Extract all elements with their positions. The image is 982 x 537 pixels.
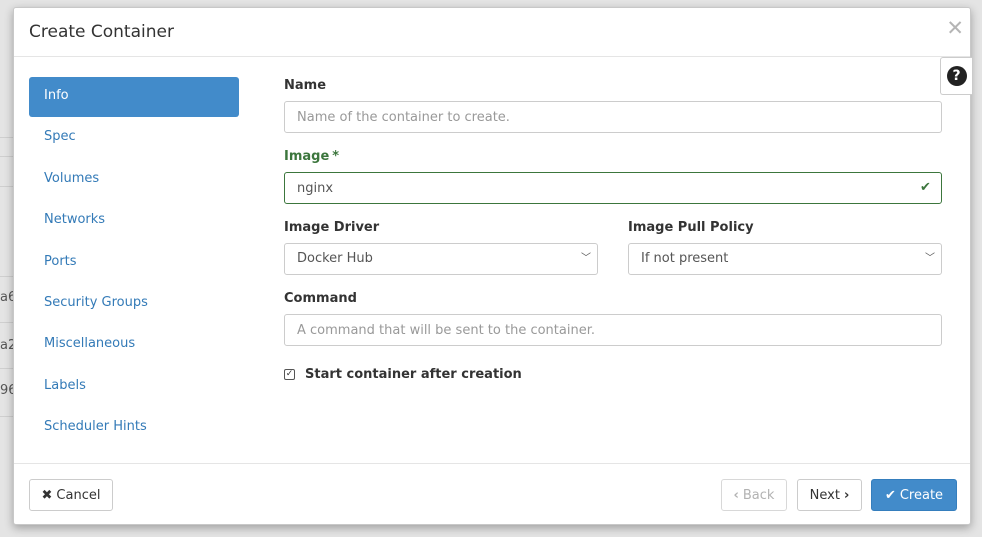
next-button[interactable]: Next › [797, 479, 862, 511]
background-divider [0, 156, 13, 157]
name-input[interactable] [284, 101, 942, 133]
image-input[interactable] [284, 172, 942, 204]
back-label: Back [742, 487, 775, 503]
help-button[interactable]: ? [940, 57, 972, 95]
modal-footer: ✖ Cancel ‹ Back Next › ✔ Create [14, 463, 970, 526]
nav-item-labels[interactable]: Labels [29, 367, 239, 407]
image-label: Image * [284, 149, 339, 164]
background-divider [0, 416, 13, 417]
chevron-down-icon: ﹀ [581, 253, 591, 264]
image-driver-value: Docker Hub [297, 251, 373, 266]
close-icon[interactable]: ✕ [946, 18, 964, 39]
background-cell: 96 [0, 383, 13, 398]
cancel-button[interactable]: ✖ Cancel [29, 479, 113, 511]
chevron-down-icon: ﹀ [925, 253, 935, 264]
check-icon: ✔ [920, 180, 931, 195]
background-divider [0, 186, 13, 187]
nav-item-info[interactable]: Info [29, 77, 239, 117]
nav-item-miscellaneous[interactable]: Miscellaneous [29, 325, 239, 365]
cancel-label: Cancel [56, 487, 101, 503]
nav-item-spec[interactable]: Spec [29, 118, 239, 158]
create-container-modal: Create Container ✕ ? Info Spec Volumes N… [13, 7, 972, 526]
wizard-nav: Info Spec Volumes Networks Ports Securit… [29, 77, 239, 450]
image-pull-policy-select[interactable]: If not present ﹀ [628, 243, 942, 275]
nav-item-ports[interactable]: Ports [29, 243, 239, 283]
check-icon: ✔ [884, 487, 896, 503]
chevron-right-icon: › [843, 487, 850, 503]
question-circle-icon: ? [946, 66, 967, 86]
image-driver-select[interactable]: Docker Hub ﹀ [284, 243, 598, 275]
background-divider [0, 276, 13, 277]
background-cell: a2 [0, 338, 13, 353]
create-button[interactable]: ✔ Create [871, 479, 957, 511]
image-pull-policy-label: Image Pull Policy [628, 220, 754, 235]
image-driver-label: Image Driver [284, 220, 380, 235]
command-input[interactable] [284, 314, 942, 346]
background-divider [0, 137, 13, 138]
back-button[interactable]: ‹ Back [721, 479, 787, 511]
nav-item-security-groups[interactable]: Security Groups [29, 284, 239, 324]
nav-item-scheduler-hints[interactable]: Scheduler Hints [29, 408, 239, 448]
create-label: Create [899, 487, 944, 503]
image-label-text: Image [284, 149, 330, 164]
modal-title: Create Container [29, 22, 174, 42]
background-cell: a6 [0, 290, 13, 305]
image-pull-policy-value: If not present [641, 251, 729, 266]
required-mark: * [332, 149, 340, 164]
background-divider [0, 322, 13, 323]
times-icon: ✖ [41, 487, 53, 503]
background-divider [0, 368, 13, 369]
next-label: Next [809, 487, 840, 503]
start-after-creation-label: Start container after creation [305, 367, 522, 382]
nav-item-networks[interactable]: Networks [29, 201, 239, 241]
command-label: Command [284, 291, 357, 306]
chevron-left-icon: ‹ [733, 487, 739, 503]
start-after-creation-checkbox[interactable]: ✓ [284, 369, 295, 380]
modal-header: Create Container ✕ [14, 8, 970, 57]
name-label: Name [284, 78, 327, 93]
start-after-creation-row: ✓ Start container after creation [284, 367, 522, 382]
nav-item-volumes[interactable]: Volumes [29, 160, 239, 200]
